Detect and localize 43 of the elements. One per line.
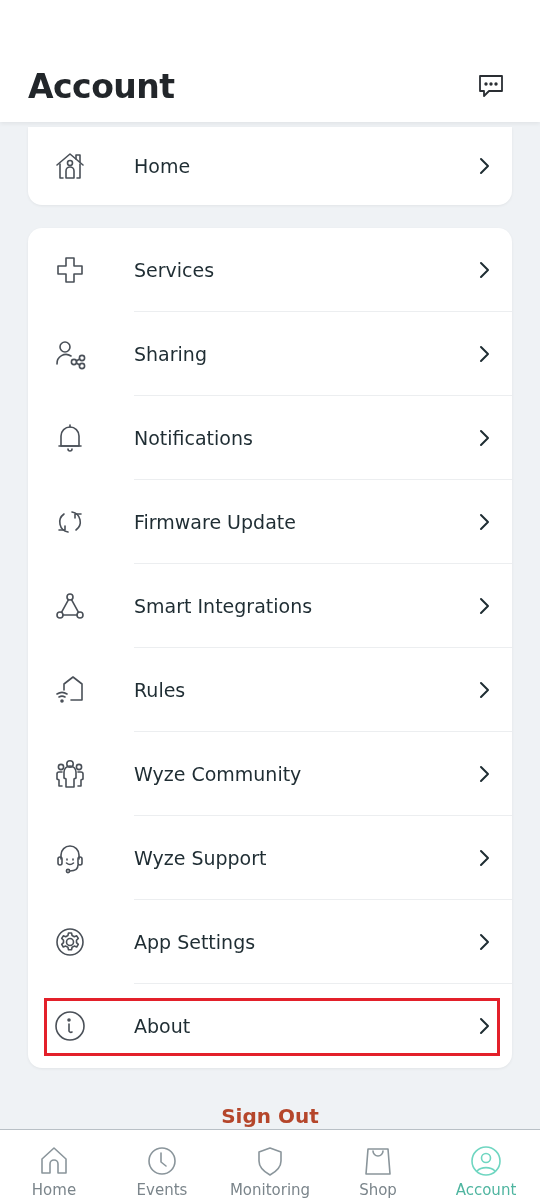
plus-icon [54,254,86,286]
chevron-right-icon [478,157,490,175]
tab[interactable]: Home [0,1130,108,1200]
menu-item[interactable]: About [28,984,512,1068]
chevron-right-icon [478,765,490,783]
person-circle-icon [470,1145,502,1177]
chevron-right-icon [478,597,490,615]
chevron-right-icon [478,513,490,531]
chevron-right-icon [478,681,490,699]
tab[interactable]: Monitoring [216,1130,324,1200]
page-title: Account [28,67,175,106]
chat-button[interactable] [478,74,504,98]
info-icon [54,1010,86,1042]
tab[interactable]: Events [108,1130,216,1200]
chevron-right-icon [478,849,490,867]
community-icon [54,758,86,790]
menu-item[interactable]: Notifications [28,396,512,480]
house-person-icon [54,150,86,182]
people-share-icon [54,338,86,370]
home-icon [38,1145,70,1177]
menu-item[interactable]: Services [28,228,512,312]
menu-item[interactable]: Wyze Community [28,732,512,816]
menu-item[interactable]: Smart Integrations [28,564,512,648]
menu-item[interactable]: Sharing [28,312,512,396]
clock-icon [146,1145,178,1177]
menu-item[interactable]: Wyze Support [28,816,512,900]
sign-out-link[interactable]: Sign Out [221,1104,319,1129]
tab[interactable]: Shop [324,1130,432,1200]
menu-item[interactable]: Firmware Update [28,480,512,564]
chevron-right-icon [478,345,490,363]
house-wifi-icon [54,674,86,706]
chevron-right-icon [478,429,490,447]
menu-item[interactable]: Home [28,127,512,205]
triangle-nodes-icon [54,590,86,622]
chevron-right-icon [478,1017,490,1035]
chevron-right-icon [478,933,490,951]
menu-item[interactable]: Rules [28,648,512,732]
chevron-right-icon [478,261,490,279]
shopping-bag-icon [362,1145,394,1177]
menu-item[interactable]: App Settings [28,900,512,984]
chat-icon [478,74,504,98]
headset-icon [54,842,86,874]
gear-icon [54,926,86,958]
